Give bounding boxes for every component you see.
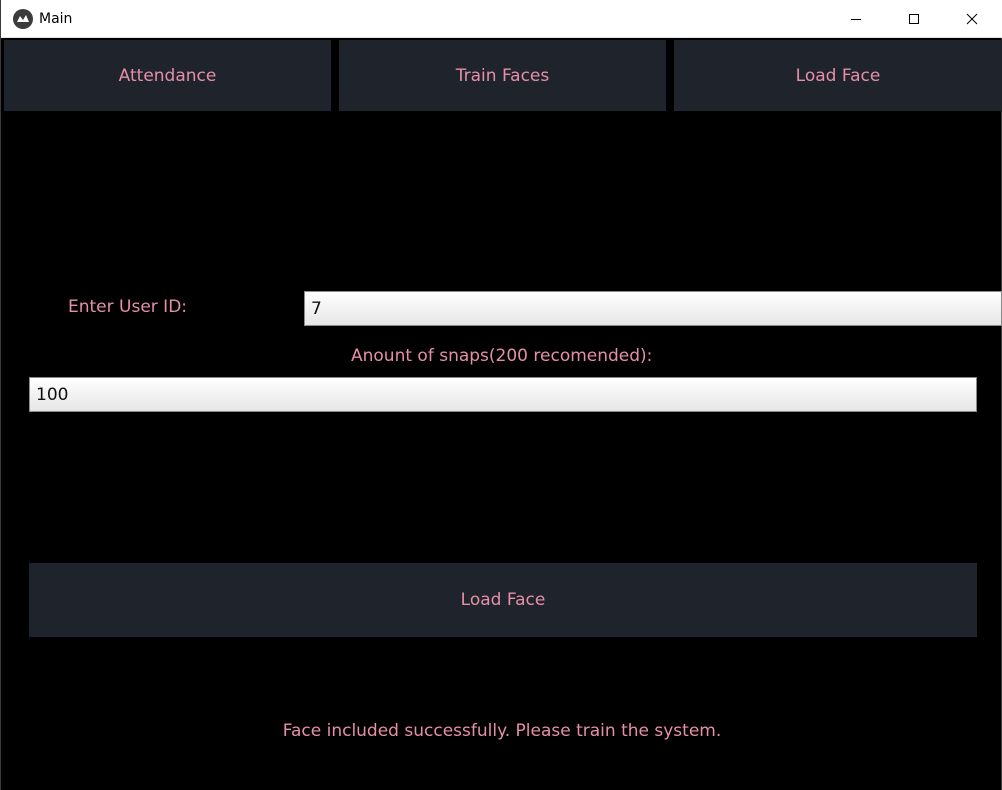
tab-attendance[interactable]: Attendance bbox=[4, 40, 331, 111]
user-id-label: Enter User ID: bbox=[68, 297, 188, 317]
load-face-button[interactable]: Load Face bbox=[29, 563, 977, 637]
maximize-button[interactable] bbox=[885, 0, 943, 38]
kivy-app-icon bbox=[13, 9, 33, 29]
close-icon bbox=[966, 13, 978, 25]
tab-load-face[interactable]: Load Face bbox=[674, 40, 1002, 111]
minimize-button[interactable] bbox=[827, 0, 885, 38]
minimize-icon bbox=[851, 19, 861, 20]
status-message: Face included successfully. Please train… bbox=[282, 721, 722, 741]
close-button[interactable] bbox=[943, 0, 1001, 38]
user-id-input[interactable]: 7 bbox=[304, 291, 1002, 326]
snaps-input[interactable]: 100 bbox=[29, 377, 977, 412]
maximize-icon bbox=[909, 14, 919, 24]
app-window: Main Attendance Train Faces Load Face En… bbox=[0, 0, 1002, 790]
window-title: Main bbox=[39, 11, 73, 27]
tab-train-faces[interactable]: Train Faces bbox=[339, 40, 666, 111]
title-bar[interactable]: Main bbox=[1, 0, 1002, 38]
snaps-label: Anount of snaps(200 recomended): bbox=[351, 346, 653, 366]
